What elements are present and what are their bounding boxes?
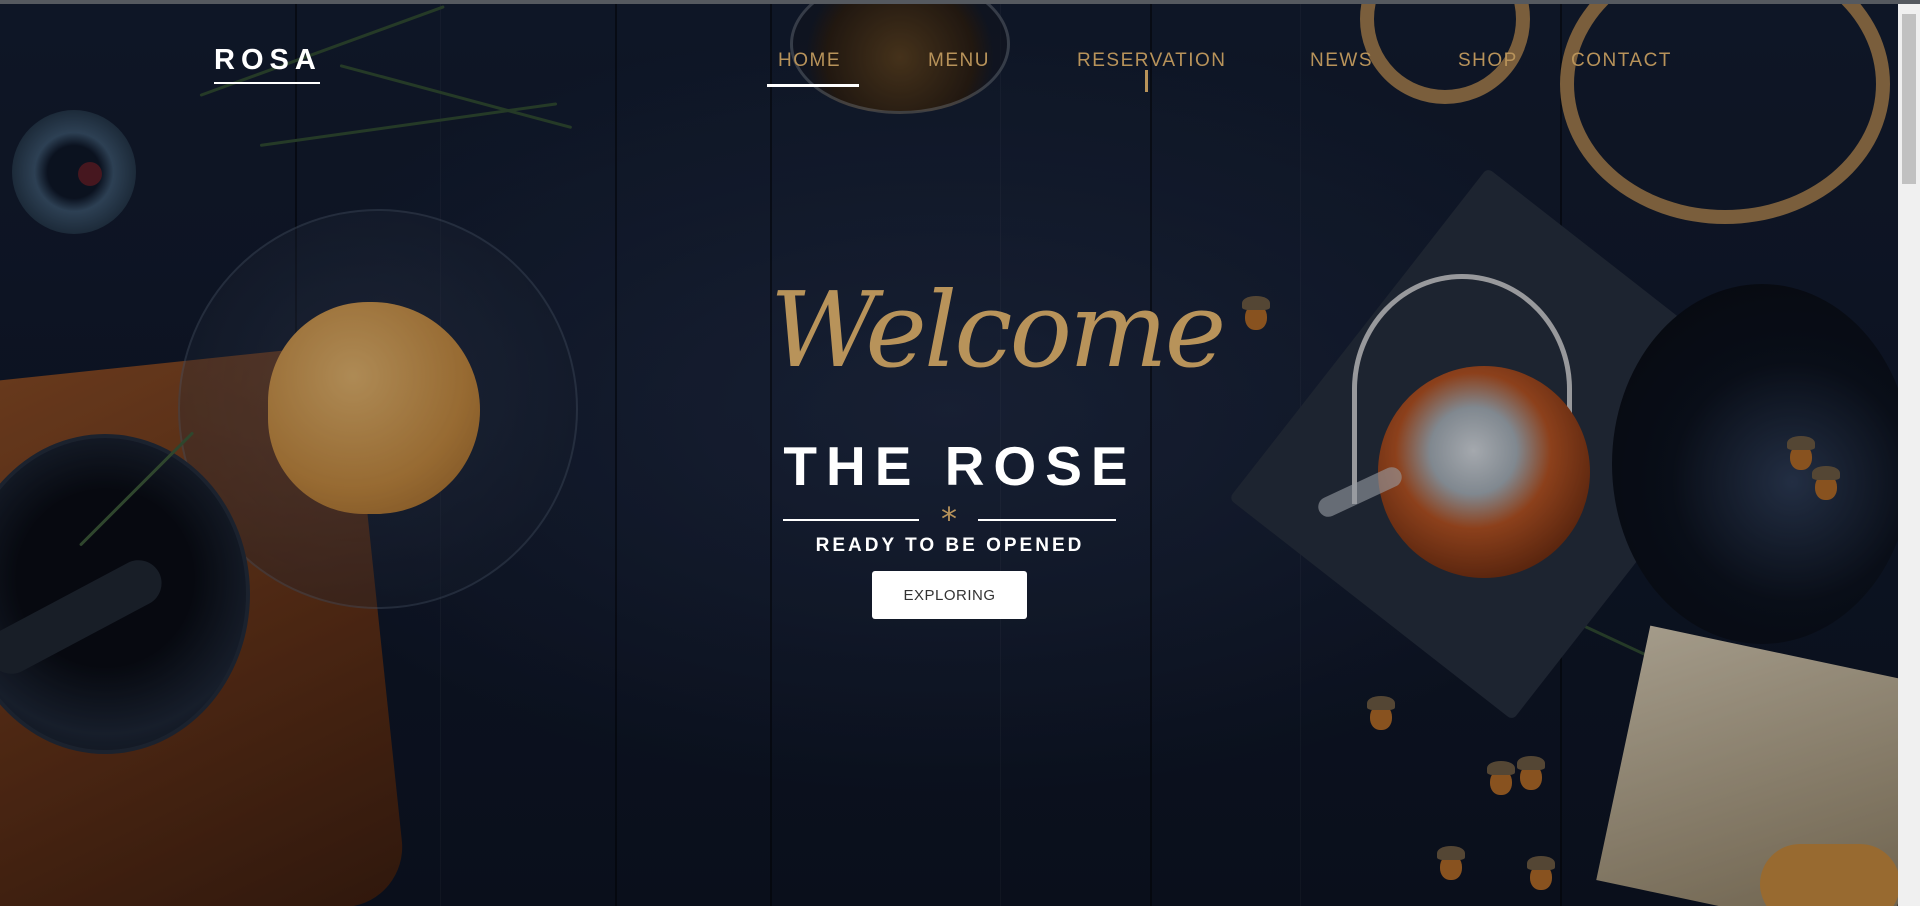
divider-line-left (783, 519, 919, 521)
page-scrollbar[interactable] (1898, 4, 1920, 906)
hero-tagline: READY TO BE OPENED (815, 535, 1085, 556)
exploring-button[interactable]: EXPLORING (872, 571, 1027, 619)
hero-script-heading: Welcome (770, 269, 1226, 391)
nav-item-contact[interactable]: CONTACT (1571, 50, 1672, 72)
nav-item-menu[interactable]: MENU (928, 50, 990, 72)
nav-item-home[interactable]: HOME (778, 50, 841, 72)
nav-item-news[interactable]: NEWS (1310, 50, 1373, 72)
main-nav: HOME MENU RESERVATION NEWS SHOP CONTACT (0, 50, 1920, 80)
scrollbar-thumb[interactable] (1902, 14, 1916, 184)
nav-marker (1145, 70, 1148, 92)
divider-line-right (978, 519, 1116, 521)
hero-title: THE ROSE (783, 435, 1137, 497)
nav-active-indicator (767, 84, 859, 87)
nav-item-reservation[interactable]: RESERVATION (1077, 50, 1227, 72)
logo-underline (214, 82, 320, 84)
divider-star-icon: * (941, 500, 957, 538)
nav-item-shop[interactable]: SHOP (1458, 50, 1518, 72)
